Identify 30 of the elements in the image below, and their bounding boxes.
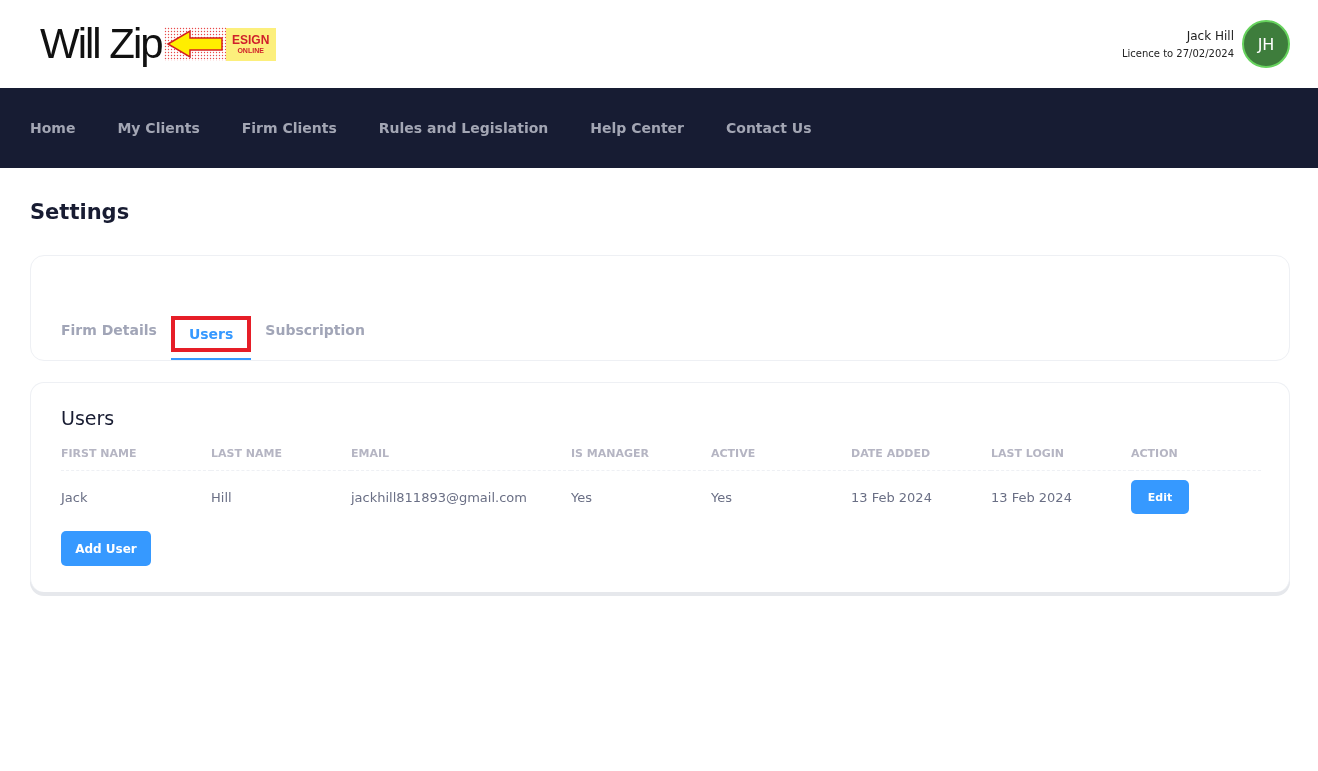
table-cell: Jack <box>61 489 88 505</box>
table-cell: jackhill811893@gmail.com <box>351 489 527 505</box>
table-cell: 13 Feb 2024 <box>991 489 1072 505</box>
nav-link[interactable]: Firm Clients <box>241 120 337 136</box>
column-header: IS MANAGER <box>571 441 711 471</box>
logo-wordmark: Will Zip <box>40 20 162 68</box>
highlight-frame: Users <box>170 316 252 352</box>
column-header: ACTION <box>1131 441 1261 471</box>
nav-link[interactable]: Help Center <box>590 120 684 136</box>
table-cell: 13 Feb 2024 <box>851 489 932 505</box>
column-header: FIRST NAME <box>61 441 211 471</box>
licence-text: Licence to 27/02/2024 <box>1121 48 1234 59</box>
section-title: Users <box>61 407 116 429</box>
user-name: Jack Hill <box>1186 29 1234 43</box>
nav-link[interactable]: Home <box>30 120 76 136</box>
badge-title: ESIGN <box>232 34 270 46</box>
table-cell: Yes <box>711 489 732 505</box>
arrow-icon <box>163 27 226 61</box>
column-header: LAST NAME <box>211 441 351 471</box>
table-cell: Yes <box>571 489 592 505</box>
nav-link[interactable]: Rules and Legislation <box>378 120 549 136</box>
column-header: ACTIVE <box>711 441 851 471</box>
column-header: LAST LOGIN <box>991 441 1131 471</box>
user-avatar[interactable]: JH <box>1242 20 1290 68</box>
column-header: DATE ADDED <box>851 441 991 471</box>
table-cell: Hill <box>211 489 232 505</box>
page-title: Settings <box>30 200 131 224</box>
column-header: EMAIL <box>351 441 571 471</box>
nav-link[interactable]: Contact Us <box>726 120 812 136</box>
nav-link[interactable]: My Clients <box>117 120 200 136</box>
